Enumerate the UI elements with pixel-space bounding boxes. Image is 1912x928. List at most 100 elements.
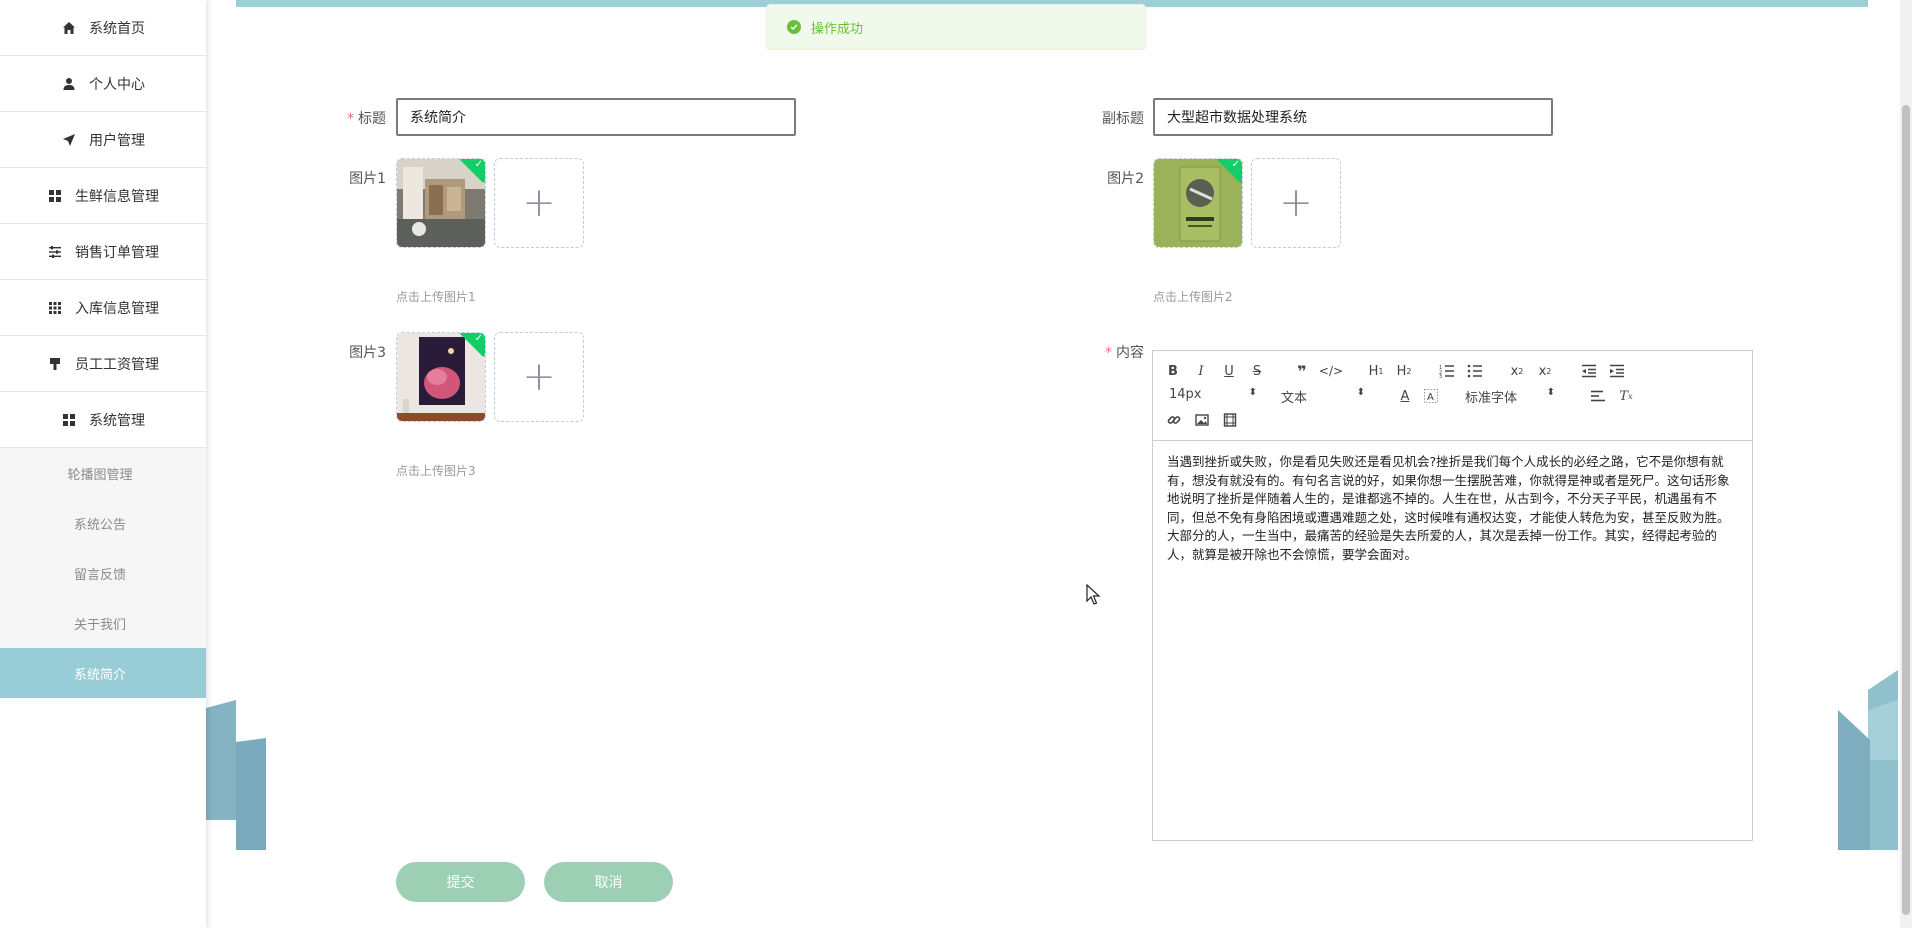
video-icon[interactable] bbox=[1221, 411, 1239, 429]
image2-thumbnail[interactable]: ✓ bbox=[1153, 158, 1243, 248]
success-check-icon bbox=[787, 20, 801, 34]
brush-icon bbox=[47, 356, 63, 372]
sidebar-item-users[interactable]: 用户管理 bbox=[0, 112, 206, 168]
outdent-icon[interactable] bbox=[1579, 361, 1599, 381]
superscript-icon[interactable]: x2 bbox=[1535, 361, 1555, 381]
bold-icon[interactable]: B bbox=[1165, 361, 1181, 381]
font-size-select[interactable]: 14px ⬍ bbox=[1169, 387, 1257, 405]
title-label-text: 标题 bbox=[358, 111, 386, 127]
sidebar-item-label: 生鲜信息管理 bbox=[75, 188, 159, 205]
background-color-icon[interactable]: A bbox=[1423, 387, 1439, 405]
submenu-item-system-intro[interactable]: 系统简介 bbox=[0, 648, 206, 698]
font-family-value: 标准字体 bbox=[1465, 391, 1518, 406]
content-label: * 内容 bbox=[1105, 345, 1144, 361]
bullet-list-icon[interactable] bbox=[1465, 361, 1485, 381]
sidebar: 系统首页 个人中心 用户管理 生鲜信息管理 销售订单管理 入库信息管理 员工工资… bbox=[0, 0, 206, 928]
editor-toolbar: B I U S ❞ </> H1 H2 123 x2 x2 14px ⬍ 文本 … bbox=[1153, 351, 1752, 441]
image3-hint: 点击上传图片3 bbox=[396, 464, 476, 478]
submenu-item-about[interactable]: 关于我们 bbox=[0, 598, 206, 648]
content-label-text: 内容 bbox=[1116, 345, 1144, 361]
title-label: * 标题 bbox=[347, 111, 386, 127]
subtitle-label: 副标题 bbox=[1096, 108, 1144, 128]
image2-label: 图片2 bbox=[1107, 171, 1144, 187]
send-icon bbox=[61, 132, 77, 148]
italic-icon[interactable]: I bbox=[1193, 361, 1209, 381]
header-select-value: 文本 bbox=[1281, 391, 1308, 406]
sidebar-item-label: 员工工资管理 bbox=[75, 356, 159, 373]
blockquote-icon[interactable]: ❞ bbox=[1293, 361, 1311, 381]
indent-icon[interactable] bbox=[1607, 361, 1627, 381]
header-select[interactable]: 文本 ⬍ bbox=[1281, 387, 1365, 406]
sidebar-item-label: 系统首页 bbox=[89, 20, 145, 37]
editor-content[interactable]: 当遇到挫折或失败，你是看见失败还是看见机会?挫折是我们每个人成长的必经之路，它不… bbox=[1153, 441, 1752, 576]
title-input[interactable] bbox=[396, 98, 796, 136]
code-block-icon[interactable]: </> bbox=[1319, 361, 1343, 381]
grid-icon bbox=[47, 188, 63, 204]
image1-label: 图片1 bbox=[349, 171, 386, 187]
scrollbar-thumb[interactable] bbox=[1902, 105, 1910, 915]
image3-thumbnail[interactable]: ✓ bbox=[396, 332, 486, 422]
apps-icon bbox=[47, 300, 63, 316]
sidebar-item-label: 销售订单管理 bbox=[75, 244, 159, 261]
submenu-item-announcement[interactable]: 系统公告 bbox=[0, 498, 206, 548]
sidebar-item-home[interactable]: 系统首页 bbox=[0, 0, 206, 56]
image3-upload-button[interactable]: + bbox=[494, 332, 584, 422]
check-icon: ✓ bbox=[1231, 159, 1240, 170]
sidebar-item-fresh-info[interactable]: 生鲜信息管理 bbox=[0, 168, 206, 224]
right-decoration bbox=[1838, 670, 1898, 850]
mouse-cursor-icon bbox=[1086, 584, 1101, 605]
image1-thumbnail[interactable]: ✓ bbox=[396, 158, 486, 248]
subtitle-input[interactable] bbox=[1153, 98, 1553, 136]
sidebar-item-label: 用户管理 bbox=[89, 132, 145, 149]
sidebar-item-inbound-info[interactable]: 入库信息管理 bbox=[0, 280, 206, 336]
rich-text-editor: B I U S ❞ </> H1 H2 123 x2 x2 14px ⬍ 文本 … bbox=[1152, 350, 1753, 841]
sidebar-item-label: 系统管理 bbox=[89, 412, 145, 429]
subscript-icon[interactable]: x2 bbox=[1507, 361, 1527, 381]
font-size-value: 14px bbox=[1169, 387, 1202, 402]
grid-icon bbox=[61, 412, 77, 428]
image2-hint: 点击上传图片2 bbox=[1153, 290, 1233, 304]
link-icon[interactable] bbox=[1165, 411, 1183, 429]
plus-icon: + bbox=[522, 354, 556, 400]
font-color-icon[interactable]: A bbox=[1397, 387, 1413, 405]
clear-format-icon[interactable]: Tx bbox=[1617, 387, 1635, 405]
toast-message: 操作成功 bbox=[811, 21, 864, 37]
home-icon bbox=[61, 20, 77, 36]
align-icon[interactable] bbox=[1589, 387, 1607, 405]
sidebar-item-profile[interactable]: 个人中心 bbox=[0, 56, 206, 112]
image-icon[interactable] bbox=[1193, 411, 1211, 429]
underline-icon[interactable]: U bbox=[1221, 361, 1237, 381]
sidebar-item-label: 个人中心 bbox=[89, 76, 145, 93]
strike-icon[interactable]: S bbox=[1249, 361, 1265, 381]
font-family-select[interactable]: 标准字体 ⬍ bbox=[1465, 387, 1555, 406]
submit-button[interactable]: 提交 bbox=[396, 862, 525, 902]
plus-icon: + bbox=[522, 180, 556, 226]
sliders-icon bbox=[47, 244, 63, 260]
sidebar-item-system[interactable]: 系统管理 bbox=[0, 392, 206, 448]
system-submenu: 轮播图管理 系统公告 留言反馈 关于我们 系统简介 bbox=[0, 448, 206, 698]
select-arrows-icon: ⬍ bbox=[1546, 387, 1555, 398]
user-icon bbox=[61, 76, 77, 92]
sidebar-item-salary[interactable]: 员工工资管理 bbox=[0, 336, 206, 392]
header2-icon[interactable]: H2 bbox=[1393, 361, 1415, 381]
cancel-button[interactable]: 取消 bbox=[544, 862, 673, 902]
svg-text:A: A bbox=[1427, 392, 1434, 403]
select-arrows-icon: ⬍ bbox=[1356, 387, 1365, 398]
check-icon: ✓ bbox=[474, 333, 483, 344]
image3-label: 图片3 bbox=[349, 345, 386, 361]
check-icon: ✓ bbox=[474, 159, 483, 170]
submenu-item-carousel[interactable]: 轮播图管理 bbox=[0, 448, 206, 498]
select-arrows-icon: ⬍ bbox=[1248, 387, 1257, 398]
submenu-item-feedback[interactable]: 留言反馈 bbox=[0, 548, 206, 598]
image1-hint: 点击上传图片1 bbox=[396, 290, 476, 304]
left-decoration bbox=[206, 700, 266, 850]
image2-upload-button[interactable]: + bbox=[1251, 158, 1341, 248]
image1-upload-button[interactable]: + bbox=[494, 158, 584, 248]
success-toast: 操作成功 bbox=[766, 4, 1146, 50]
sidebar-item-label: 入库信息管理 bbox=[75, 300, 159, 317]
ordered-list-icon[interactable]: 123 bbox=[1437, 361, 1457, 381]
page-scrollbar[interactable] bbox=[1900, 0, 1912, 928]
plus-icon: + bbox=[1279, 180, 1313, 226]
header1-icon[interactable]: H1 bbox=[1365, 361, 1387, 381]
sidebar-item-sales-orders[interactable]: 销售订单管理 bbox=[0, 224, 206, 280]
